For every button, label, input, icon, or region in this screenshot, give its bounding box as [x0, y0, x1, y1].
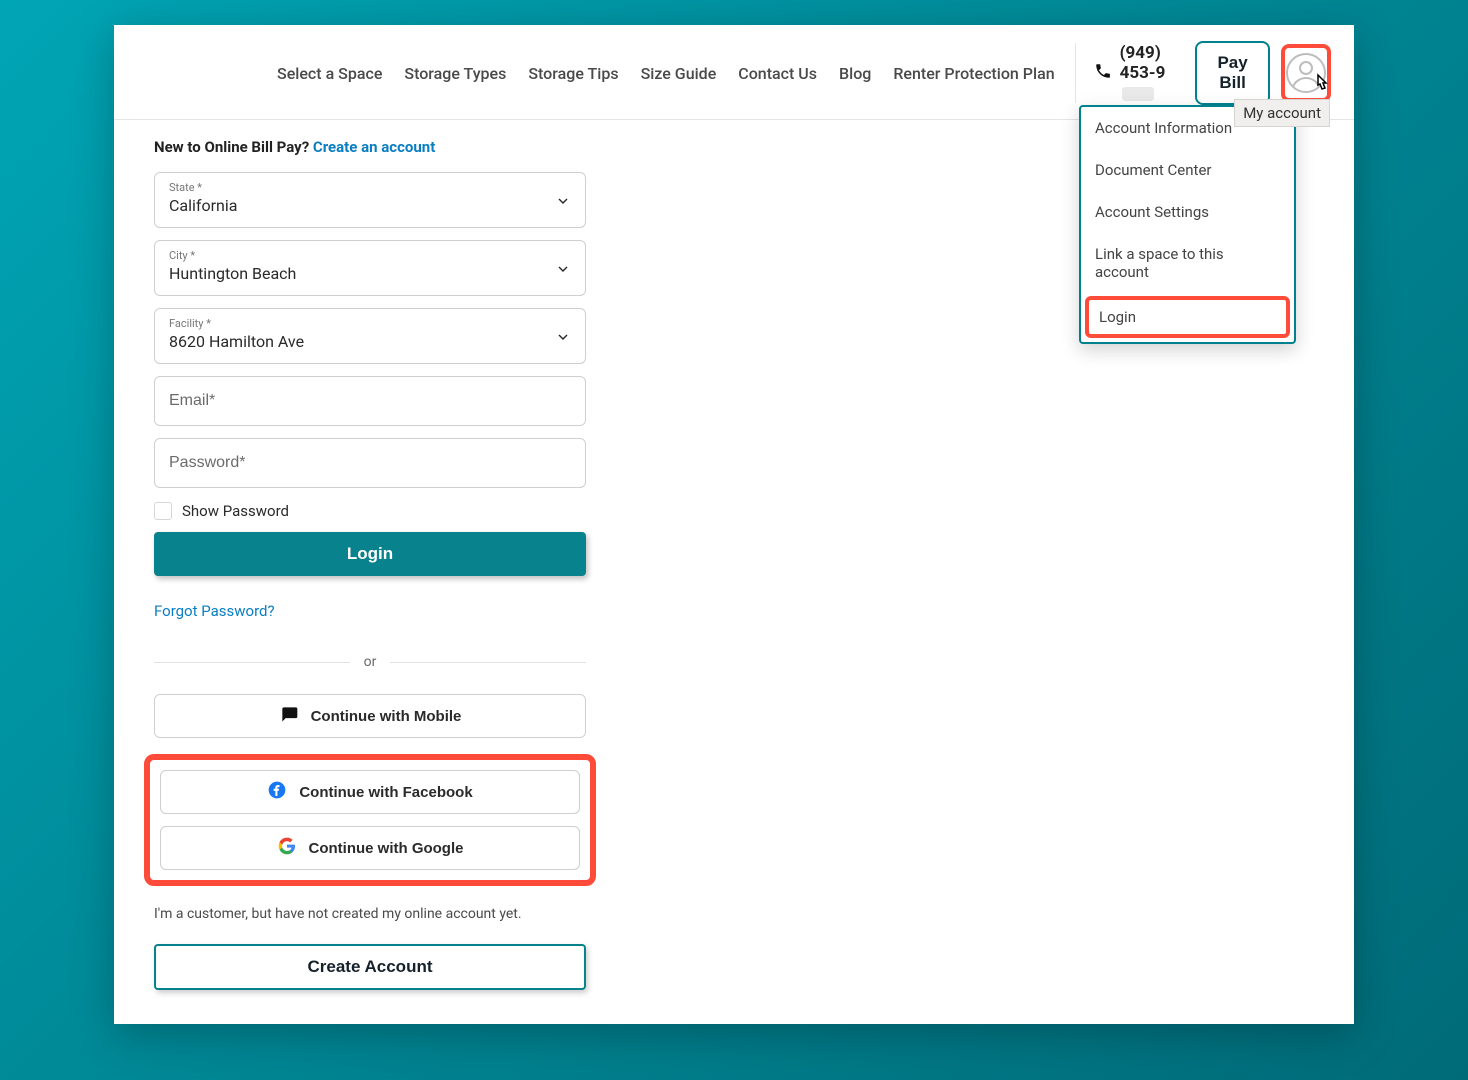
- phone[interactable]: (949) 453-9: [1075, 43, 1180, 103]
- nav-link-storage-tips[interactable]: Storage Tips: [528, 64, 618, 83]
- google-icon: [277, 836, 297, 860]
- city-select[interactable]: City * Huntington Beach: [154, 240, 586, 296]
- nav-link-contact-us[interactable]: Contact Us: [738, 64, 817, 83]
- page: Select a Space Storage Types Storage Tip…: [114, 25, 1354, 1024]
- state-select[interactable]: State * California: [154, 172, 586, 228]
- nav-link-blog[interactable]: Blog: [839, 64, 871, 83]
- heading-prefix: New to Online Bill Pay?: [154, 138, 313, 156]
- show-password-label: Show Password: [182, 502, 289, 520]
- cursor-icon: [1310, 72, 1332, 100]
- phone-number-text: (949) 453-9: [1120, 43, 1166, 83]
- or-divider: or: [154, 654, 586, 670]
- chevron-down-icon: [555, 329, 571, 349]
- nav-link-renter-protection[interactable]: Renter Protection Plan: [893, 64, 1054, 83]
- customer-note: I'm a customer, but have not created my …: [154, 906, 586, 922]
- phone-icon: [1094, 62, 1112, 84]
- nav-links: Select a Space Storage Types Storage Tip…: [277, 64, 1055, 83]
- menu-item-login[interactable]: Login: [1085, 296, 1290, 338]
- show-password-row: Show Password: [154, 502, 586, 520]
- facility-select[interactable]: Facility * 8620 Hamilton Ave: [154, 308, 586, 364]
- facility-value: 8620 Hamilton Ave: [169, 332, 545, 351]
- state-value: California: [169, 196, 545, 215]
- login-button[interactable]: Login: [154, 532, 586, 576]
- divider-line: [390, 662, 586, 663]
- menu-item-account-settings[interactable]: Account Settings: [1081, 191, 1294, 233]
- redacted-blur: [1122, 87, 1154, 101]
- city-value: Huntington Beach: [169, 264, 545, 283]
- account-avatar[interactable]: My account: [1286, 49, 1326, 97]
- menu-item-document-center[interactable]: Document Center: [1081, 149, 1294, 191]
- email-input[interactable]: [154, 376, 586, 426]
- menu-item-link-a-space[interactable]: Link a space to this account: [1081, 233, 1294, 293]
- continue-with-google-button[interactable]: Continue with Google: [160, 826, 580, 870]
- phone-number: (949) 453-9: [1120, 43, 1180, 103]
- city-label: City *: [169, 249, 545, 262]
- nav-link-select-a-space[interactable]: Select a Space: [277, 64, 382, 83]
- continue-with-facebook-label: Continue with Facebook: [299, 784, 472, 801]
- sms-icon: [279, 704, 299, 728]
- divider-line: [154, 662, 350, 663]
- chevron-down-icon: [555, 193, 571, 213]
- pay-bill-button[interactable]: Pay Bill: [1195, 41, 1270, 105]
- nav-link-size-guide[interactable]: Size Guide: [641, 64, 717, 83]
- account-dropdown: Account Information Document Center Acco…: [1079, 105, 1296, 344]
- create-account-button[interactable]: Create Account: [154, 944, 586, 990]
- forgot-password-link[interactable]: Forgot Password?: [154, 602, 586, 620]
- nav-link-storage-types[interactable]: Storage Types: [404, 64, 506, 83]
- state-label: State *: [169, 181, 545, 194]
- continue-with-google-label: Continue with Google: [309, 840, 464, 857]
- or-text: or: [364, 654, 377, 670]
- continue-with-facebook-button[interactable]: Continue with Facebook: [160, 770, 580, 814]
- login-form: State * California City * Huntington Bea…: [154, 172, 586, 990]
- continue-with-mobile-button[interactable]: Continue with Mobile: [154, 694, 586, 738]
- highlight-social-box: Continue with Facebook Continue with Goo…: [144, 754, 596, 886]
- facebook-icon: [267, 780, 287, 804]
- show-password-checkbox[interactable]: [154, 502, 172, 520]
- my-account-tooltip: My account: [1234, 99, 1330, 127]
- continue-with-mobile-label: Continue with Mobile: [311, 708, 462, 725]
- nav-right-group: (949) 453-9 Pay Bill My account: [1075, 41, 1326, 105]
- create-account-link[interactable]: Create an account: [313, 138, 435, 156]
- chevron-down-icon: [555, 261, 571, 281]
- facility-label: Facility *: [169, 317, 545, 330]
- password-input[interactable]: [154, 438, 586, 488]
